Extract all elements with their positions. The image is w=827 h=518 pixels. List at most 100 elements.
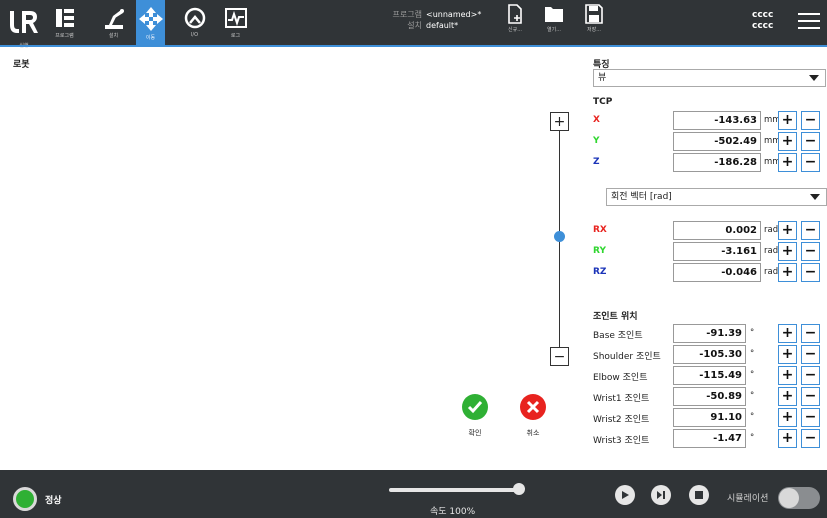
joint-elbow-plus-button[interactable]: + (778, 366, 797, 385)
rotation-mode-dropdown[interactable]: 회전 벡터 [rad] (606, 188, 827, 206)
joint-elbow-field[interactable]: -115.49 (673, 366, 746, 385)
io-gauge-icon (184, 7, 205, 29)
joint-shoulder-plus-button[interactable]: + (778, 345, 797, 364)
tcp-z-plus-button[interactable]: + (778, 153, 797, 172)
speed-slider-knob[interactable] (513, 483, 525, 495)
open-button-label: 열기... (547, 27, 561, 33)
joint-row-elbow: Elbow 조인트 -115.49 ° + − (593, 366, 827, 386)
joint-wrist3-field[interactable]: -1.47 (673, 429, 746, 448)
check-icon (462, 394, 488, 420)
nav-label-log: 로그 (230, 33, 241, 39)
joint-wrist3-minus-button[interactable]: − (801, 429, 820, 448)
tcp-ry-field[interactable]: -3.161 (673, 242, 761, 261)
nav-label-program: 프로그램 (55, 33, 74, 39)
feature-dropdown[interactable]: 뷰 (593, 69, 826, 87)
joint-wrist2-plus-button[interactable]: + (778, 408, 797, 427)
joint-shoulder-minus-button[interactable]: − (801, 345, 820, 364)
status-indicator-icon[interactable] (13, 487, 37, 511)
joint-wrist1-field[interactable]: -50.89 (673, 387, 746, 406)
joint-base-minus-button[interactable]: − (801, 324, 820, 343)
tcp-x-plus-button[interactable]: + (778, 111, 797, 130)
joint-name: Wrist1 조인트 (593, 394, 650, 404)
play-icon (622, 491, 629, 499)
joint-name: Elbow 조인트 (593, 373, 648, 383)
tcp-y-field[interactable]: -502.49 (673, 132, 761, 151)
tcp-rz-plus-button[interactable]: + (778, 263, 797, 282)
degree-unit: ° (750, 370, 755, 380)
tcp-ry-minus-button[interactable]: − (801, 242, 820, 261)
degree-unit: ° (750, 412, 755, 422)
degree-unit: ° (750, 349, 755, 359)
simulation-toggle[interactable] (778, 487, 820, 509)
move-arrows-icon (138, 7, 163, 31)
cancel-button[interactable]: 취소 (518, 394, 548, 438)
degree-unit: ° (750, 328, 755, 338)
new-file-icon (508, 4, 522, 24)
axis-label: RX (593, 225, 607, 235)
program-key: 프로그램 (392, 10, 422, 19)
joint-base-plus-button[interactable]: + (778, 324, 797, 343)
feature-selected: 뷰 (598, 73, 607, 83)
joint-wrist2-field[interactable]: 91.10 (673, 408, 746, 427)
robot-view-title: 로봇 (13, 60, 30, 70)
tcp-rx-plus-button[interactable]: + (778, 221, 797, 240)
dropdown-arrow-icon (809, 75, 819, 81)
tcp-rz-field[interactable]: -0.046 (673, 263, 761, 282)
tcp-x-minus-button[interactable]: − (801, 111, 820, 130)
tcp-ry-plus-button[interactable]: + (778, 242, 797, 261)
speed-slider-track[interactable] (389, 488, 519, 492)
new-button-label: 신규... (508, 27, 522, 33)
nav-log[interactable]: 로그 (221, 0, 250, 45)
tcp-x-field[interactable]: -143.63 (673, 111, 761, 130)
joint-row-wrist1: Wrist1 조인트 -50.89 ° + − (593, 387, 827, 407)
joint-wrist3-plus-button[interactable]: + (778, 429, 797, 448)
joint-name: Base 조인트 (593, 331, 643, 341)
joint-shoulder-field[interactable]: -105.30 (673, 345, 746, 364)
tcp-y-minus-button[interactable]: − (801, 132, 820, 151)
ur-logo: 실행 (7, 7, 41, 49)
tcp-row-z: Z -186.28 mm + − (593, 153, 827, 173)
tcp-rx-field[interactable]: 0.002 (673, 221, 761, 240)
tcp-rz-minus-button[interactable]: − (801, 263, 820, 282)
step-button[interactable] (651, 485, 671, 505)
unit-label: rad (764, 246, 779, 256)
nav-io[interactable]: I/O (180, 0, 209, 45)
joint-base-field[interactable]: -91.39 (673, 324, 746, 343)
ok-button-label: 확인 (468, 429, 482, 437)
zoom-out-button[interactable]: − (550, 347, 569, 366)
tcp-z-minus-button[interactable]: − (801, 153, 820, 172)
nav-installation[interactable]: 설치 (99, 0, 128, 45)
zoom-slider-knob[interactable] (554, 231, 565, 242)
open-button[interactable]: 열기... (542, 4, 566, 33)
joint-name: Wrist2 조인트 (593, 415, 650, 425)
installation-name: default* (426, 21, 459, 30)
joint-elbow-minus-button[interactable]: − (801, 366, 820, 385)
robot-arm-icon (104, 9, 124, 29)
play-button[interactable] (615, 485, 635, 505)
dropdown-arrow-icon (810, 194, 820, 200)
tcp-z-field[interactable]: -186.28 (673, 153, 761, 172)
joint-name: Wrist3 조인트 (593, 436, 650, 446)
nav-program[interactable]: 프로그램 (50, 0, 79, 45)
stop-button[interactable] (689, 485, 709, 505)
simulation-label: 시뮬레이션 (727, 494, 769, 504)
tcp-rx-minus-button[interactable]: − (801, 221, 820, 240)
zoom-in-button[interactable]: + (550, 112, 569, 131)
ok-button[interactable]: 확인 (460, 394, 490, 438)
tcp-row-y: Y -502.49 mm + − (593, 132, 827, 152)
joint-wrist2-minus-button[interactable]: − (801, 408, 820, 427)
new-button[interactable]: 신규... (503, 4, 527, 33)
program-info: 프로그램 <unnamed>* 설치 default* (382, 9, 482, 31)
installation-key: 설치 (407, 21, 422, 30)
joint-row-wrist2: Wrist2 조인트 91.10 ° + − (593, 408, 827, 428)
joint-wrist1-minus-button[interactable]: − (801, 387, 820, 406)
save-button[interactable]: 저장... (582, 4, 606, 33)
tcp-y-plus-button[interactable]: + (778, 132, 797, 151)
tcp-row-rx: RX 0.002 rad + − (593, 221, 827, 241)
nav-move[interactable]: 이동 (136, 0, 165, 45)
hamburger-menu-icon[interactable] (798, 13, 820, 31)
top-accent-line (0, 45, 827, 47)
unit-label: rad (764, 267, 779, 277)
joint-wrist1-plus-button[interactable]: + (778, 387, 797, 406)
joint-row-base: Base 조인트 -91.39 ° + − (593, 324, 827, 344)
